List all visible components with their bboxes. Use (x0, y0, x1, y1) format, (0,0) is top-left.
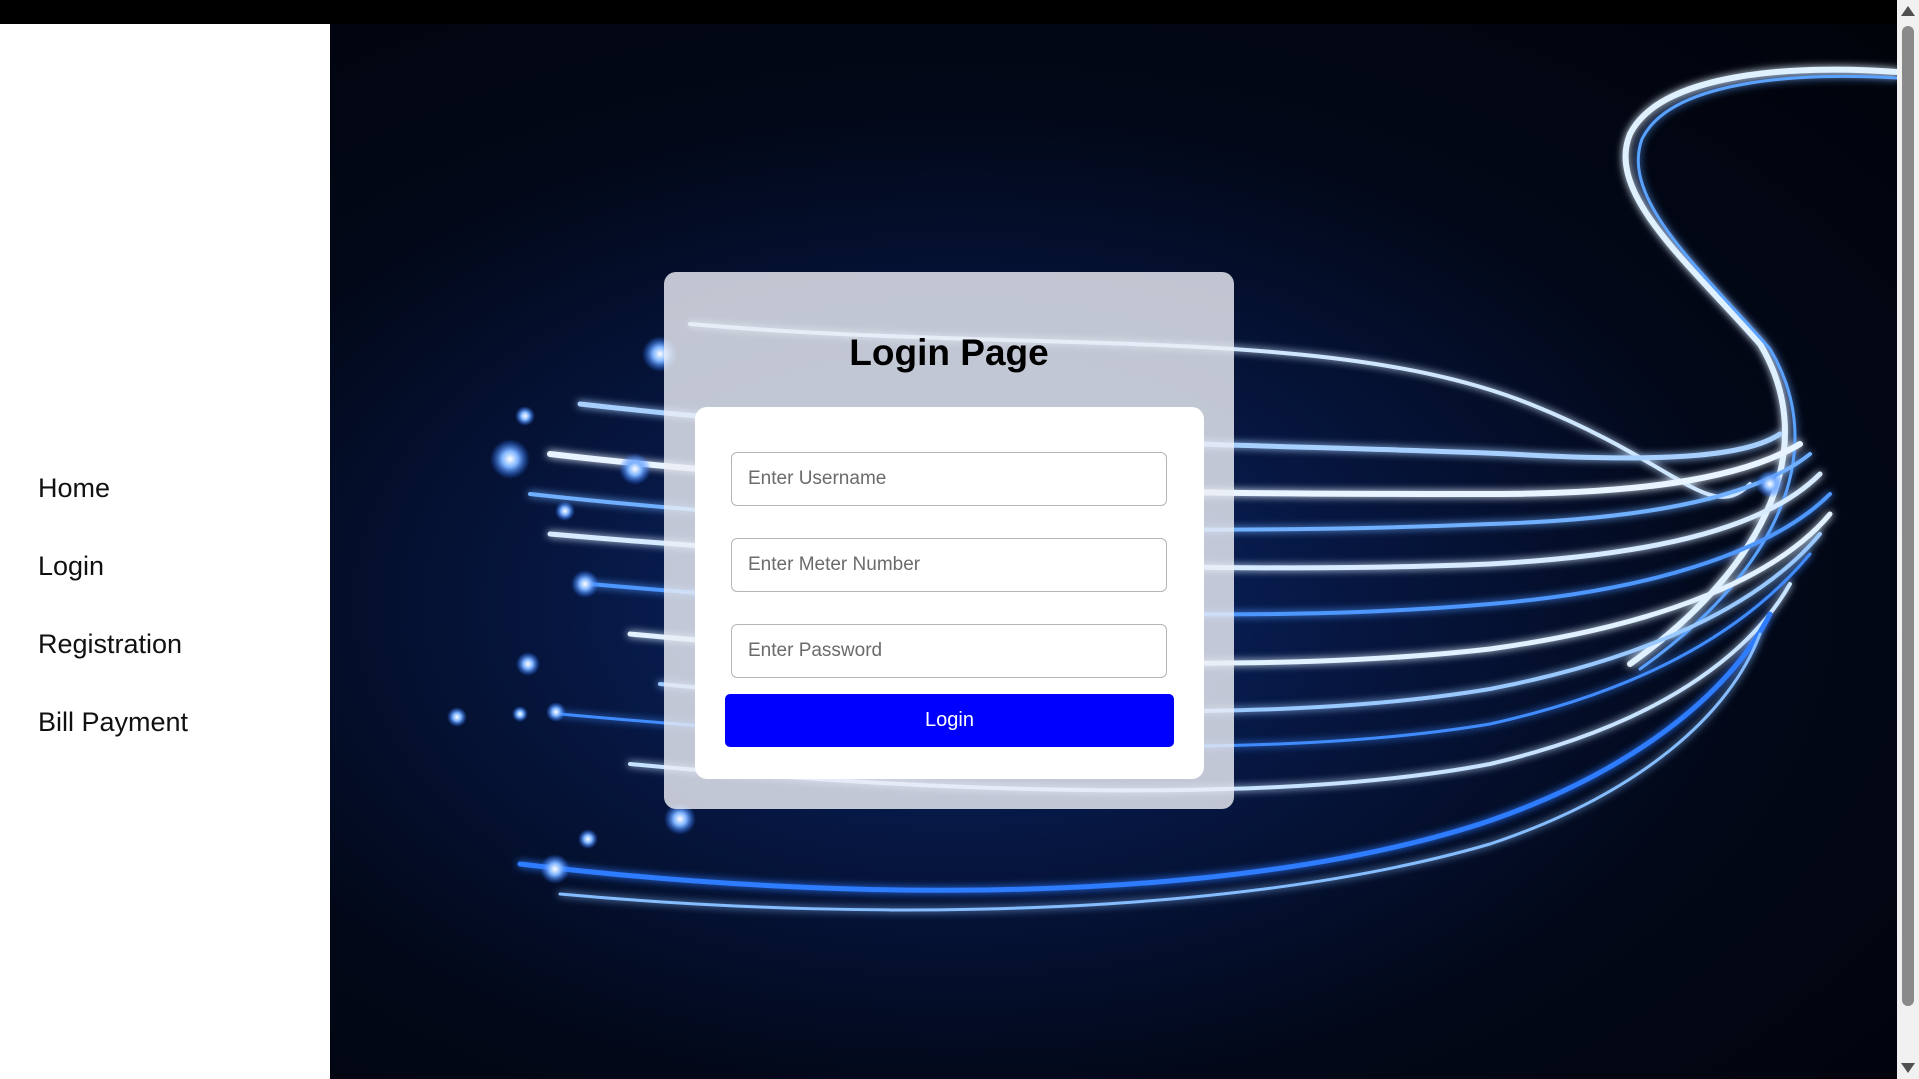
sidebar-item-registration[interactable]: Registration (38, 605, 188, 683)
scroll-thumb[interactable] (1902, 26, 1914, 1006)
scroll-up-arrow-icon[interactable] (1901, 6, 1915, 16)
sidebar-item-home[interactable]: Home (38, 449, 188, 527)
page-title: Login Page (849, 332, 1049, 373)
login-button[interactable]: Login (725, 694, 1174, 747)
sidebar: Home Login Registration Bill Payment (0, 24, 330, 1079)
sidebar-item-login[interactable]: Login (38, 527, 188, 605)
sidebar-item-bill-payment[interactable]: Bill Payment (38, 683, 188, 761)
scroll-down-arrow-icon[interactable] (1901, 1063, 1915, 1073)
sidebar-nav: Home Login Registration Bill Payment (38, 449, 188, 761)
page: Home Login Registration Bill Payment Log… (0, 0, 1919, 1079)
username-input[interactable] (731, 452, 1167, 506)
login-form: Login (695, 407, 1204, 779)
login-card: Login Page Login (664, 272, 1234, 809)
password-input[interactable] (731, 624, 1167, 678)
meter-number-input[interactable] (731, 538, 1167, 592)
vertical-scrollbar[interactable] (1897, 0, 1919, 1079)
